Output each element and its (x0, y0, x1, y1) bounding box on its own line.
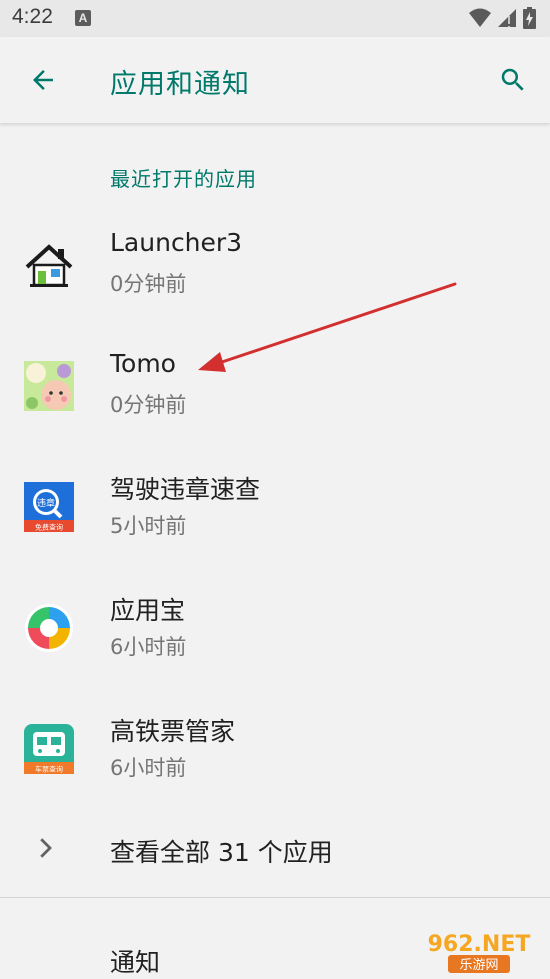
divider (0, 897, 550, 898)
train-ticket-app-icon: 车票查询 (24, 724, 74, 774)
app-name: 应用宝 (110, 596, 186, 625)
back-button[interactable] (20, 57, 66, 103)
icon-text-top: 违章 (37, 497, 55, 509)
status-time: 4:22 (12, 5, 53, 28)
signal-icon (498, 9, 516, 27)
status-bar: 4:22 A (0, 0, 550, 37)
watermark-logo: 962.NET 乐游网 (428, 932, 531, 973)
app-name: Tomo (110, 349, 176, 378)
search-button[interactable] (490, 57, 536, 103)
section-header-recent: 最近打开的应用 (110, 167, 257, 191)
app-name: 驾驶违章速查 (110, 475, 261, 504)
search-icon (501, 68, 524, 91)
app-last-used: 6小时前 (110, 635, 187, 659)
battery-icon (523, 7, 536, 29)
wifi-icon (469, 8, 491, 27)
app-bar: 应用和通知 (0, 37, 550, 123)
icon-text-bottom: 免费查询 (35, 523, 63, 532)
yingyongbao-app-icon (25, 604, 73, 652)
watermark-main: 962.NET (428, 932, 531, 957)
icon-text-bottom: 车票查询 (35, 765, 63, 774)
app-last-used: 6小时前 (110, 756, 187, 780)
see-all-apps-row[interactable]: 查看全部 31 个应用 (0, 813, 550, 893)
recent-app-row-launcher3[interactable]: Launcher3 0分钟前 (0, 208, 550, 328)
recent-app-row-yingyongbao[interactable]: 应用宝 6小时前 (0, 571, 550, 691)
app-name: 高铁票管家 (110, 717, 236, 746)
notification-a-icon: A (75, 10, 91, 26)
chevron-right-icon (40, 838, 52, 858)
traffic-violation-app-icon: 违章 免费查询 (24, 482, 74, 532)
app-name: Launcher3 (110, 228, 243, 257)
recent-app-row-train[interactable]: 车票查询 高铁票管家 6小时前 (0, 692, 550, 812)
see-all-apps-label: 查看全部 31 个应用 (110, 838, 333, 867)
app-last-used: 5小时前 (110, 514, 187, 538)
arrow-back-icon (33, 70, 53, 90)
launcher-house-icon (25, 244, 73, 287)
notifications-item[interactable]: 通知 (110, 943, 160, 979)
recent-app-row-traffic[interactable]: 违章 免费查询 驾驶违章速查 5小时前 (0, 450, 550, 570)
recent-app-row-tomo[interactable]: Tomo 0分钟前 (0, 329, 550, 449)
status-icons (469, 6, 536, 30)
app-last-used: 0分钟前 (110, 393, 187, 417)
app-last-used: 0分钟前 (110, 272, 187, 296)
watermark-sub: 乐游网 (459, 958, 498, 973)
content: 最近打开的应用 Launcher3 0分钟前 Tomo 0分钟前 违章 免费查询… (0, 123, 550, 979)
page-title: 应用和通知 (110, 69, 250, 100)
tomo-app-icon (24, 361, 74, 411)
